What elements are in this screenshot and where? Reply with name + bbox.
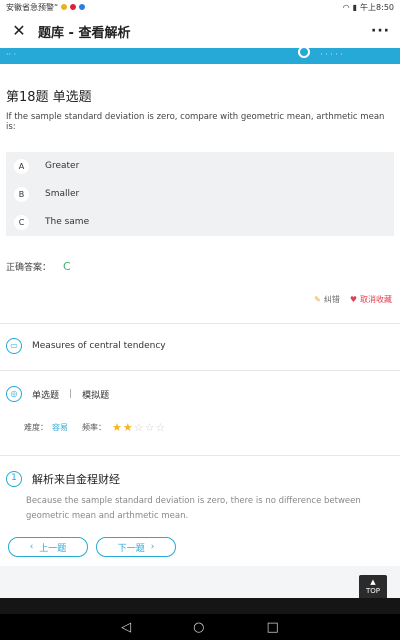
divider	[0, 455, 400, 456]
banner-left-text: ·· ·	[6, 50, 17, 59]
answer-value: C	[63, 260, 71, 273]
knowledge-point-text: Measures of central tendency	[32, 341, 166, 351]
star-filled-icon: ★	[112, 421, 123, 434]
analysis-body: Because the sample standard deviation is…	[26, 496, 361, 521]
back-icon[interactable]: ◁	[121, 620, 131, 635]
option-text: Smaller	[45, 189, 80, 199]
analysis-header: 1 解析来自金程财经	[6, 471, 120, 487]
book-icon: ▭	[6, 338, 22, 354]
timer-icon	[298, 48, 310, 58]
star-empty-icon: ☆	[133, 421, 145, 434]
close-icon[interactable]: ✕	[10, 22, 28, 40]
system-nav-bar: ◁ ○ □	[0, 614, 400, 640]
frequency-label: 频率：	[82, 423, 106, 432]
option-letter: C	[14, 214, 29, 230]
banner-right-text: · · · · ·	[320, 50, 343, 59]
difficulty-value: 容易	[52, 423, 68, 432]
notification-icon	[79, 4, 86, 10]
option-text: The same	[45, 217, 90, 227]
home-icon[interactable]: ○	[193, 620, 204, 635]
divider	[0, 323, 400, 324]
chevron-left-icon: ‹	[29, 542, 34, 552]
report-error-button[interactable]: ✎ 纠错	[314, 294, 340, 305]
separator: |	[69, 389, 73, 399]
option-b[interactable]: B Smaller	[6, 180, 394, 208]
unfavorite-button[interactable]: ♥ 取消收藏	[350, 294, 392, 305]
answer-label: 正确答案：	[6, 263, 52, 273]
next-question-label: 下一题	[117, 543, 145, 554]
star-filled-icon: ★	[122, 421, 134, 434]
question-source: 模拟题	[82, 390, 110, 401]
notification-icon	[70, 4, 77, 10]
notification-icon	[61, 4, 68, 10]
back-to-top-label: TOP	[365, 587, 380, 595]
analysis-title: 解析来自金程财经	[32, 473, 120, 486]
option-text: Greater	[45, 161, 80, 171]
question-type: 单选题	[32, 390, 60, 401]
arrow-up-icon: ▲	[370, 578, 376, 586]
prev-question-button[interactable]: ‹ 上一题	[8, 537, 88, 557]
question-title: 第18题 单选题	[6, 90, 92, 105]
prev-question-label: 上一题	[39, 543, 67, 554]
report-error-label: 纠错	[323, 295, 340, 304]
options-list: A Greater B Smaller C The same	[6, 152, 394, 236]
status-notification-text: 安徽省急预警“	[6, 2, 59, 12]
knowledge-point[interactable]: ▭ Measures of central tendency	[6, 338, 166, 354]
divider	[0, 370, 400, 371]
question-text: If the sample standard deviation is zero…	[6, 112, 385, 132]
option-a[interactable]: A Greater	[6, 152, 394, 180]
pencil-icon: ✎	[314, 295, 321, 304]
wifi-icon: ◠	[342, 2, 350, 12]
question-actions: ✎ 纠错 ♥ 取消收藏	[314, 294, 392, 305]
progress-banner: ·· · · · · · ·	[0, 48, 400, 64]
heart-icon: ♥	[349, 295, 357, 304]
option-letter: B	[14, 186, 29, 202]
next-question-button[interactable]: 下一题 ›	[96, 537, 176, 557]
frequency-stars: ★★☆☆☆	[112, 421, 166, 434]
difficulty-label: 难度：	[24, 423, 48, 432]
battery-icon: ▮	[352, 2, 358, 12]
status-bar: 安徽省急预警“ ◠ ▮ 午上8:50	[0, 0, 400, 14]
analysis-number: 1	[6, 471, 22, 487]
tag-icon: ◎	[6, 386, 22, 402]
more-icon[interactable]: ···	[371, 23, 390, 39]
chevron-right-icon: ›	[150, 542, 155, 552]
question-type-row: ◎ 单选题 | 模拟题	[6, 386, 109, 402]
option-letter: A	[14, 158, 29, 174]
option-c[interactable]: C The same	[6, 208, 394, 236]
title-bar: ✕ 题库 - 查看解析 ···	[0, 14, 400, 48]
status-time: 午上8:50	[360, 2, 394, 12]
page-title: 题库 - 查看解析	[38, 25, 131, 41]
recents-icon[interactable]: □	[267, 620, 279, 635]
bottom-band	[0, 566, 400, 598]
star-empty-icon: ☆	[155, 421, 167, 434]
unfavorite-label: 取消收藏	[360, 295, 392, 304]
answer-row: 正确答案： C	[6, 260, 71, 273]
star-empty-icon: ☆	[144, 421, 156, 434]
difficulty-row: 难度： 容易 频率： ★★☆☆☆	[24, 421, 166, 434]
